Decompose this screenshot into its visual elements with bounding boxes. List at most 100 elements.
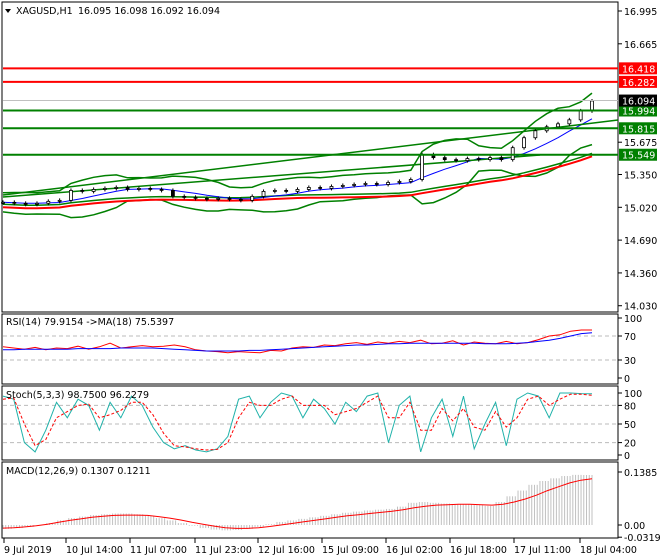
candle-body (374, 183, 379, 185)
x-tick-label: 17 Jul 11:00 (514, 545, 571, 556)
bollinger-upper (2, 92, 593, 194)
candle-body (35, 202, 39, 205)
candle-body (1, 201, 5, 204)
candle-body (46, 200, 51, 204)
candle-body (12, 201, 17, 204)
candle-body (91, 189, 96, 192)
x-tick-label: 10 Jul 14:00 (66, 545, 123, 556)
y-tick-label: 100 (624, 389, 642, 400)
y-tick-label: 14.030 (624, 302, 657, 313)
candle-body (420, 154, 424, 180)
x-tick-label: 11 Jul 07:00 (130, 545, 187, 556)
x-tick-label: 9 Jul 2019 (4, 545, 52, 556)
candle-body (57, 199, 62, 202)
candle-body (69, 190, 73, 201)
candle-body (590, 100, 594, 112)
trendline-lower (2, 119, 619, 196)
candle-body (114, 187, 119, 189)
level-label: 15.815 (622, 124, 655, 135)
y-tick-label: 0.00 (624, 521, 645, 532)
candle-body (171, 190, 175, 197)
candle-body (125, 187, 130, 190)
candle-body (204, 197, 209, 200)
y-tick-label: 100 (624, 314, 642, 325)
candle-body (476, 158, 481, 161)
level-label: 16.418 (622, 64, 655, 75)
y-tick-label: 70 (624, 332, 636, 343)
candle-body (567, 119, 572, 125)
candle-body (578, 110, 583, 121)
candle-body (442, 157, 447, 161)
candle-body (522, 137, 526, 149)
candle-body (272, 190, 277, 192)
candle-body (386, 182, 391, 185)
macd-signal-line (2, 478, 593, 529)
y-tick-label: 50 (624, 420, 636, 431)
stoch-signal-line (2, 393, 593, 451)
candle-body (182, 195, 187, 198)
candle-body (148, 188, 153, 190)
stoch-title: Stoch(5,3,3) 98.7500 96.2279 (6, 390, 149, 401)
x-tick-label: 15 Jul 09:00 (322, 545, 379, 556)
rsi-line (2, 329, 592, 354)
candle-body (227, 197, 232, 200)
candle-body (397, 181, 402, 183)
level-label: 16.282 (622, 78, 655, 89)
ohlc-values: 16.095 16.098 16.092 16.094 (78, 6, 220, 17)
candle-body (23, 202, 28, 205)
candle-body (499, 157, 504, 161)
rsi-title: RSI(14) 79.9154 ->MA(18) 75.5397 (6, 317, 174, 328)
candle-body (137, 188, 141, 190)
symbol-label: XAGUSD,H1 (16, 6, 73, 17)
candle-body (408, 179, 413, 182)
candle-body (329, 186, 334, 189)
y-tick-label: 0 (624, 451, 630, 462)
candle-body (306, 187, 311, 190)
candle-body (556, 123, 560, 128)
x-tick-label: 11 Jul 23:00 (195, 545, 252, 556)
current-price-label: 16.094 (622, 97, 655, 108)
y-tick-label: 16.995 (624, 7, 657, 18)
collapse-triangle-icon[interactable] (5, 9, 11, 13)
macd-title: MACD(12,26,9) 0.1307 0.1211 (6, 466, 151, 477)
candle-body (103, 188, 107, 190)
level-label: 15.994 (622, 106, 655, 117)
candle-body (159, 189, 164, 191)
x-tick-label: 16 Jul 18:00 (450, 545, 507, 556)
candle-body (250, 195, 255, 201)
level-label: 15.549 (622, 151, 655, 162)
x-tick-label: 16 Jul 02:00 (386, 545, 443, 556)
y-tick-label: 15.020 (624, 203, 657, 214)
candle-body (533, 130, 538, 139)
y-tick-label: 0 (624, 374, 630, 385)
candle-body (80, 190, 85, 192)
y-tick-label: 30 (624, 356, 636, 367)
candle-body (318, 187, 323, 189)
candle-body (216, 197, 221, 200)
x-tick-label: 18 Jul 04:00 (580, 545, 637, 556)
y-tick-label: 14.360 (624, 269, 657, 280)
y-tick-label: 15.675 (624, 138, 657, 149)
candle-body (363, 183, 368, 185)
y-tick-label: 16.665 (624, 40, 657, 51)
candle-body (465, 158, 470, 161)
candle-body (340, 185, 345, 187)
candle-body (352, 184, 357, 186)
trading-chart-window: 16.995 16.665 15.675 15.350 15.020 14.690 14.3… (0, 0, 660, 560)
y-tick-label: 0.1385 (624, 468, 657, 479)
x-tick-label: 12 Jul 16:00 (258, 545, 315, 556)
candle-body (284, 190, 289, 192)
candle-body (261, 191, 266, 197)
candle-body (238, 198, 243, 201)
y-tick-label: -0.0319 (624, 533, 660, 544)
y-tick-label: 15.350 (624, 171, 657, 182)
y-tick-label: 14.690 (624, 236, 657, 247)
candle-body (454, 159, 458, 162)
candle-body (510, 147, 515, 161)
candle-body (488, 157, 492, 161)
y-tick-label: 20 (624, 439, 636, 450)
chart-canvas[interactable]: 16.995 16.665 15.675 15.350 15.020 14.690 14.3… (0, 0, 660, 560)
candle-body (193, 196, 198, 199)
y-tick-label: 80 (624, 401, 636, 412)
candle-body (295, 189, 300, 192)
